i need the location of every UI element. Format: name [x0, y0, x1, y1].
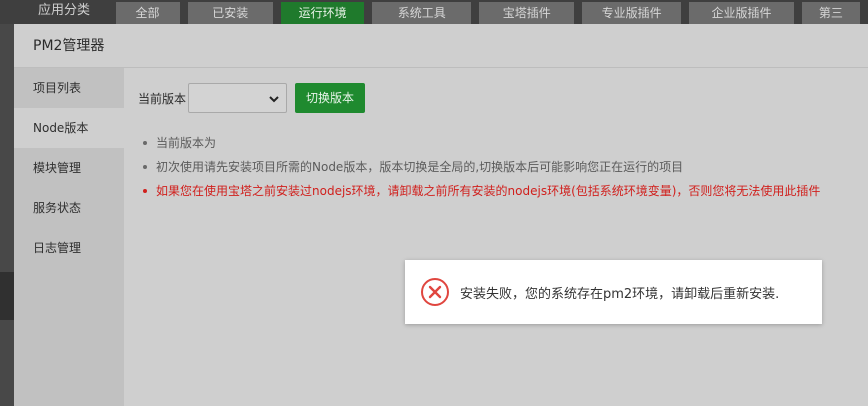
error-toast: 安装失败，您的系统存在pm2环境，请卸载后重新安装. [405, 260, 822, 324]
sidebar-item-log-management[interactable]: 日志管理 [14, 228, 124, 268]
toast-message: 安装失败，您的系统存在pm2环境，请卸载后重新安装. [460, 286, 780, 302]
tab-installed[interactable]: 已安装 [187, 2, 273, 24]
tab-pro-plugins[interactable]: 专业版插件 [582, 2, 682, 24]
tab-system-tools[interactable]: 系统工具 [372, 2, 472, 24]
sidebar-item-project-list[interactable]: 项目列表 [14, 68, 124, 108]
sidebar-item-node-version[interactable]: Node版本 [14, 108, 124, 148]
version-select[interactable] [188, 83, 288, 113]
sidebar-item-service-status[interactable]: 服务状态 [14, 188, 124, 228]
node-version-panel: 当前版本 切换版本 当前版本为 初次使用请先安装项目所需的Node版本，版本切换… [124, 68, 868, 406]
background-strip [0, 24, 14, 406]
version-row: 当前版本 切换版本 [138, 83, 366, 113]
modal-title: PM2管理器 [14, 24, 868, 68]
tab-all[interactable]: 全部 [115, 2, 180, 24]
notes-list: 当前版本为 初次使用请先安装项目所需的Node版本，版本切换是全局的,切换版本后… [138, 136, 820, 208]
tab-third-party[interactable]: 第三 [801, 2, 860, 24]
error-circle-icon [421, 278, 449, 306]
list-item: 初次使用请先安装项目所需的Node版本，版本切换是全局的,切换版本后可能影响您正… [138, 160, 820, 174]
sidebar-item-module-management[interactable]: 模块管理 [14, 148, 124, 188]
modal-sidebar: 项目列表 Node版本 模块管理 服务状态 日志管理 [14, 68, 124, 406]
chevron-down-icon [269, 96, 279, 103]
tab-enterprise-plugins[interactable]: 企业版插件 [689, 2, 794, 24]
tab-runtime-env[interactable]: 运行环境 [280, 2, 365, 24]
list-item: 当前版本为 [138, 136, 820, 150]
switch-version-button[interactable]: 切换版本 [295, 83, 366, 113]
list-item-warning: 如果您在使用宝塔之前安装过nodejs环境，请卸载之前所有安装的nodejs环境… [138, 184, 820, 198]
category-label: 应用分类 [38, 3, 91, 18]
category-tabs-bar: 应用分类 全部 已安装 运行环境 系统工具 宝塔插件 专业版插件 企业版插件 第… [0, 0, 868, 24]
current-version-label: 当前版本 [138, 91, 187, 106]
background-band [0, 272, 14, 320]
tab-bt-plugins[interactable]: 宝塔插件 [479, 2, 575, 24]
pm2-manager-modal: PM2管理器 项目列表 Node版本 模块管理 服务状态 日志管理 当前版本 切… [14, 24, 868, 406]
